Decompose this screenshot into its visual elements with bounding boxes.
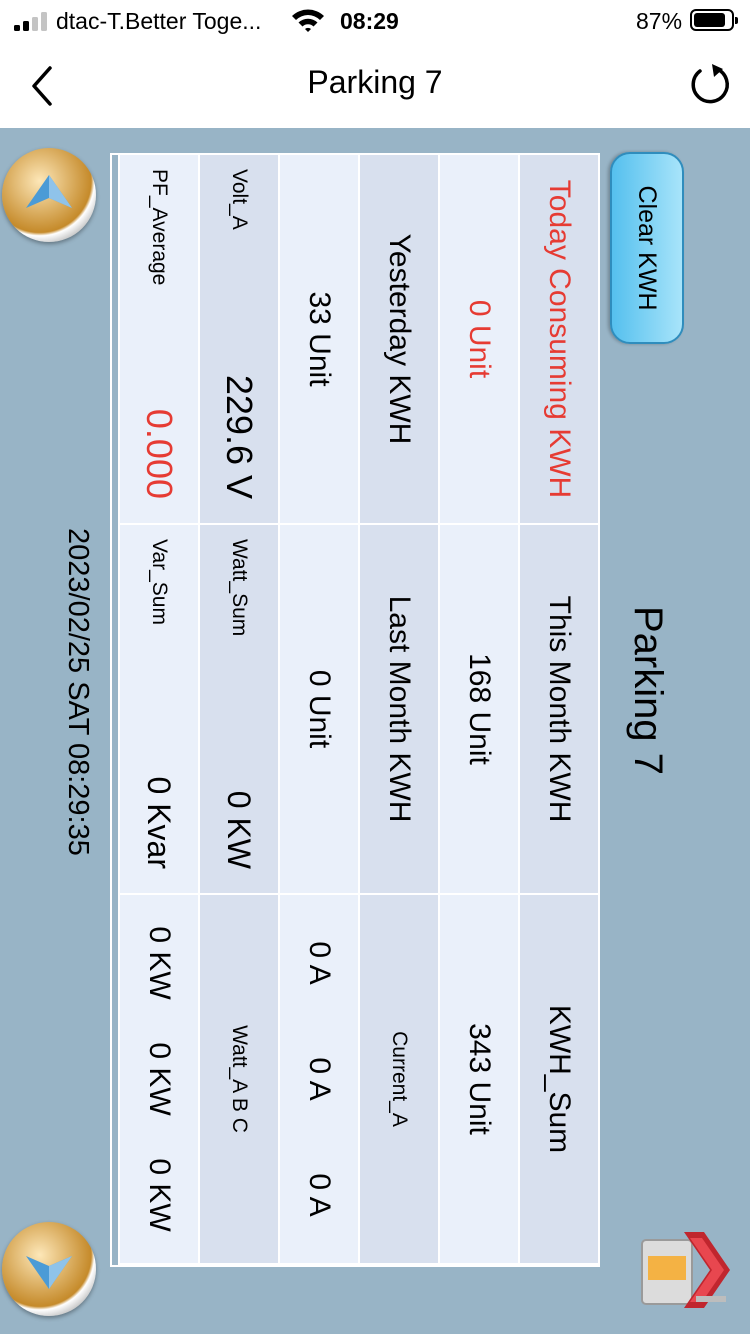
clear-kwh-button[interactable]: Clear KWH [610,152,684,344]
panel-datetime: 2023/02/25 SAT 08:29:35 [62,528,94,856]
kwh-sum-label: KWH_Sum [518,895,598,1265]
arrow-down-icon [26,1256,72,1289]
watt-a-value: 0 KW [143,926,176,1000]
today-consuming-label: Today Consuming KWH [518,155,598,525]
carrier-name: dtac-T.Better Toge... [56,8,262,34]
refresh-icon [691,64,729,104]
exit-door-icon [641,1232,730,1308]
watt-sum-value: 0 KW [221,790,258,869]
refresh-button[interactable] [688,62,732,106]
last-month-label: Last Month KWH [358,525,438,895]
last-month-value: 0 Unit [278,525,358,895]
cellular-signal-icon [14,11,48,31]
watt-b-value: 0 KW [143,1042,176,1116]
var-sum-label: Var_Sum [148,539,171,625]
yesterday-label: Yesterday KWH [358,155,438,525]
yesterday-value: 33 Unit [278,155,358,525]
panel-title: Parking 7 [626,606,670,775]
app-content: Parking 7 Clear KWH Today Consuming KWH … [0,128,750,1334]
today-consuming-value: 0 Unit [438,155,518,525]
arrow-up-icon [26,175,72,208]
watt-c-value: 0 KW [143,1158,176,1232]
volt-a-value: 229.6 V [219,374,260,499]
status-time: 08:29 [340,8,399,34]
volt-a-label: Volt_A [228,169,251,230]
wifi-icon [292,9,324,32]
var-sum-cell: Var_Sum 0 Kvar [118,525,198,895]
nav-bar: Parking 7 [0,42,750,128]
this-month-value: 168 Unit [438,525,518,895]
watt-abc-values: 0 KW 0 KW 0 KW [118,895,198,1265]
exit-button[interactable] [638,1226,734,1314]
watt-abc-label: Watt_A B C [198,895,278,1265]
watt-sum-cell: Watt_Sum 0 KW [198,525,278,895]
current-a-label: Current_A [358,895,438,1265]
battery-percent: 87% [636,8,683,34]
battery-icon [690,9,738,31]
pf-average-label: PF_Average [148,169,171,286]
battery-level [694,13,725,27]
current-b-value: 0 A [303,1057,336,1101]
page-up-button[interactable] [2,148,96,242]
current-c-value: 0 A [303,1173,336,1217]
status-bar: dtac-T.Better Toge... 08:29 87% [0,0,750,42]
meter-table: Today Consuming KWH This Month KWH KWH_S… [110,153,600,1267]
pf-average-value: 0.000 [139,408,180,499]
var-sum-value: 0 Kvar [141,776,178,869]
kwh-sum-value: 343 Unit [438,895,518,1265]
nav-title: Parking 7 [307,64,443,100]
current-values: 0 A 0 A 0 A [278,895,358,1265]
pf-average-cell: PF_Average 0.000 [118,155,198,525]
watt-sum-label: Watt_Sum [228,539,251,637]
volt-a-cell: Volt_A 229.6 V [198,155,278,525]
page-down-button[interactable] [2,1222,96,1316]
current-a-value: 0 A [303,941,336,985]
this-month-label: This Month KWH [518,525,598,895]
meter-panel: Parking 7 Clear KWH Today Consuming KWH … [0,128,750,1334]
